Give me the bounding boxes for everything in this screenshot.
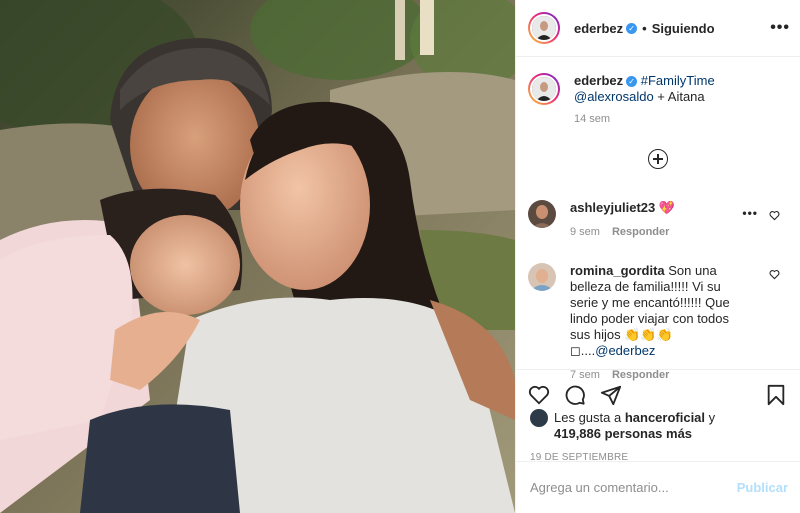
heart-icon[interactable] bbox=[769, 210, 780, 221]
follow-status-button[interactable]: Siguiendo bbox=[652, 21, 715, 36]
bookmark-icon[interactable] bbox=[766, 384, 786, 406]
likes-prefix: Les gusta a bbox=[554, 410, 625, 425]
author-avatar-graphic bbox=[532, 16, 556, 40]
likes-user-link[interactable]: hanceroficial bbox=[625, 410, 705, 425]
commenter-avatar[interactable] bbox=[528, 200, 556, 228]
instagram-post-modal: ederbez ✓ • Siguiendo ••• ederbez ✓ #Fami… bbox=[0, 0, 800, 513]
share-send-icon[interactable] bbox=[600, 384, 622, 406]
caption-avatar-image bbox=[530, 75, 558, 103]
comment-bubble-icon[interactable] bbox=[564, 384, 586, 406]
like-heart-icon[interactable] bbox=[528, 384, 550, 406]
caption-body: + Aitana bbox=[653, 89, 705, 104]
caption-verified-icon: ✓ bbox=[626, 76, 638, 87]
caption-hashtag-link[interactable]: #FamilyTime bbox=[641, 73, 715, 88]
comment-body: ashleyjuliet23 💖 9 sem Responder bbox=[570, 200, 745, 240]
commenter-avatar-graphic bbox=[528, 263, 556, 291]
comment-text: 💖 bbox=[658, 200, 676, 215]
comment-time[interactable]: 9 sem bbox=[570, 226, 600, 238]
comment-username[interactable]: ashleyjuliet23 bbox=[570, 200, 655, 215]
caption-avatar-graphic bbox=[532, 77, 556, 101]
post-side-panel: ederbez ✓ • Siguiendo ••• ederbez ✓ #Fami… bbox=[515, 0, 800, 513]
caption-username[interactable]: ederbez bbox=[574, 73, 623, 88]
publish-button[interactable]: Publicar bbox=[737, 480, 788, 495]
author-avatar-image bbox=[530, 14, 558, 42]
author-avatar[interactable] bbox=[528, 12, 560, 44]
liker-avatar[interactable] bbox=[530, 409, 548, 427]
header-separator: • bbox=[642, 20, 647, 36]
caption-mention-link[interactable]: @alexrosaldo bbox=[574, 89, 654, 104]
post-header: ederbez ✓ • Siguiendo ••• bbox=[516, 0, 800, 57]
caption-text: ederbez ✓ #FamilyTime @alexrosaldo + Aita… bbox=[574, 73, 715, 105]
comment-input[interactable] bbox=[530, 480, 737, 495]
comment-item: romina_gordita Son una belleza de famili… bbox=[516, 263, 800, 383]
likes-summary: Les gusta a hanceroficial y 419,886 pers… bbox=[516, 409, 800, 442]
post-caption: ederbez ✓ #FamilyTime @alexrosaldo + Aita… bbox=[516, 57, 800, 105]
action-icons-row bbox=[516, 370, 800, 410]
comment-options-button[interactable]: ••• bbox=[742, 206, 758, 220]
commenter-avatar[interactable] bbox=[528, 263, 556, 291]
post-options-button[interactable]: ••• bbox=[770, 19, 790, 37]
heart-icon[interactable] bbox=[769, 269, 780, 280]
comment-item: ashleyjuliet23 💖 9 sem Responder ••• bbox=[516, 200, 800, 240]
caption-author-avatar[interactable] bbox=[528, 73, 560, 105]
post-photo[interactable] bbox=[0, 0, 515, 513]
family-photo-image bbox=[0, 0, 515, 513]
author-username[interactable]: ederbez bbox=[574, 21, 623, 36]
likes-joiner: y bbox=[705, 410, 716, 425]
commenter-avatar-graphic bbox=[528, 200, 556, 228]
add-comment-bar: Publicar bbox=[516, 461, 800, 513]
post-date[interactable]: 19 DE SEPTIEMBRE bbox=[516, 442, 800, 463]
likes-text: Les gusta a hanceroficial y 419,886 pers… bbox=[554, 410, 715, 442]
caption-time[interactable]: 14 sem bbox=[574, 113, 800, 125]
comment-meta: 9 sem Responder bbox=[570, 224, 745, 240]
comment-mention-link[interactable]: @ederbez bbox=[595, 343, 655, 358]
comment-body: romina_gordita Son una belleza de famili… bbox=[570, 263, 745, 383]
post-actions: Les gusta a hanceroficial y 419,886 pers… bbox=[516, 369, 800, 465]
comment-reply-button[interactable]: Responder bbox=[612, 226, 669, 238]
likes-count-button[interactable]: 419,886 personas más bbox=[554, 426, 692, 441]
comment-username[interactable]: romina_gordita bbox=[570, 263, 665, 278]
verified-badge-icon: ✓ bbox=[626, 22, 638, 34]
plus-circle-icon[interactable] bbox=[648, 149, 668, 169]
